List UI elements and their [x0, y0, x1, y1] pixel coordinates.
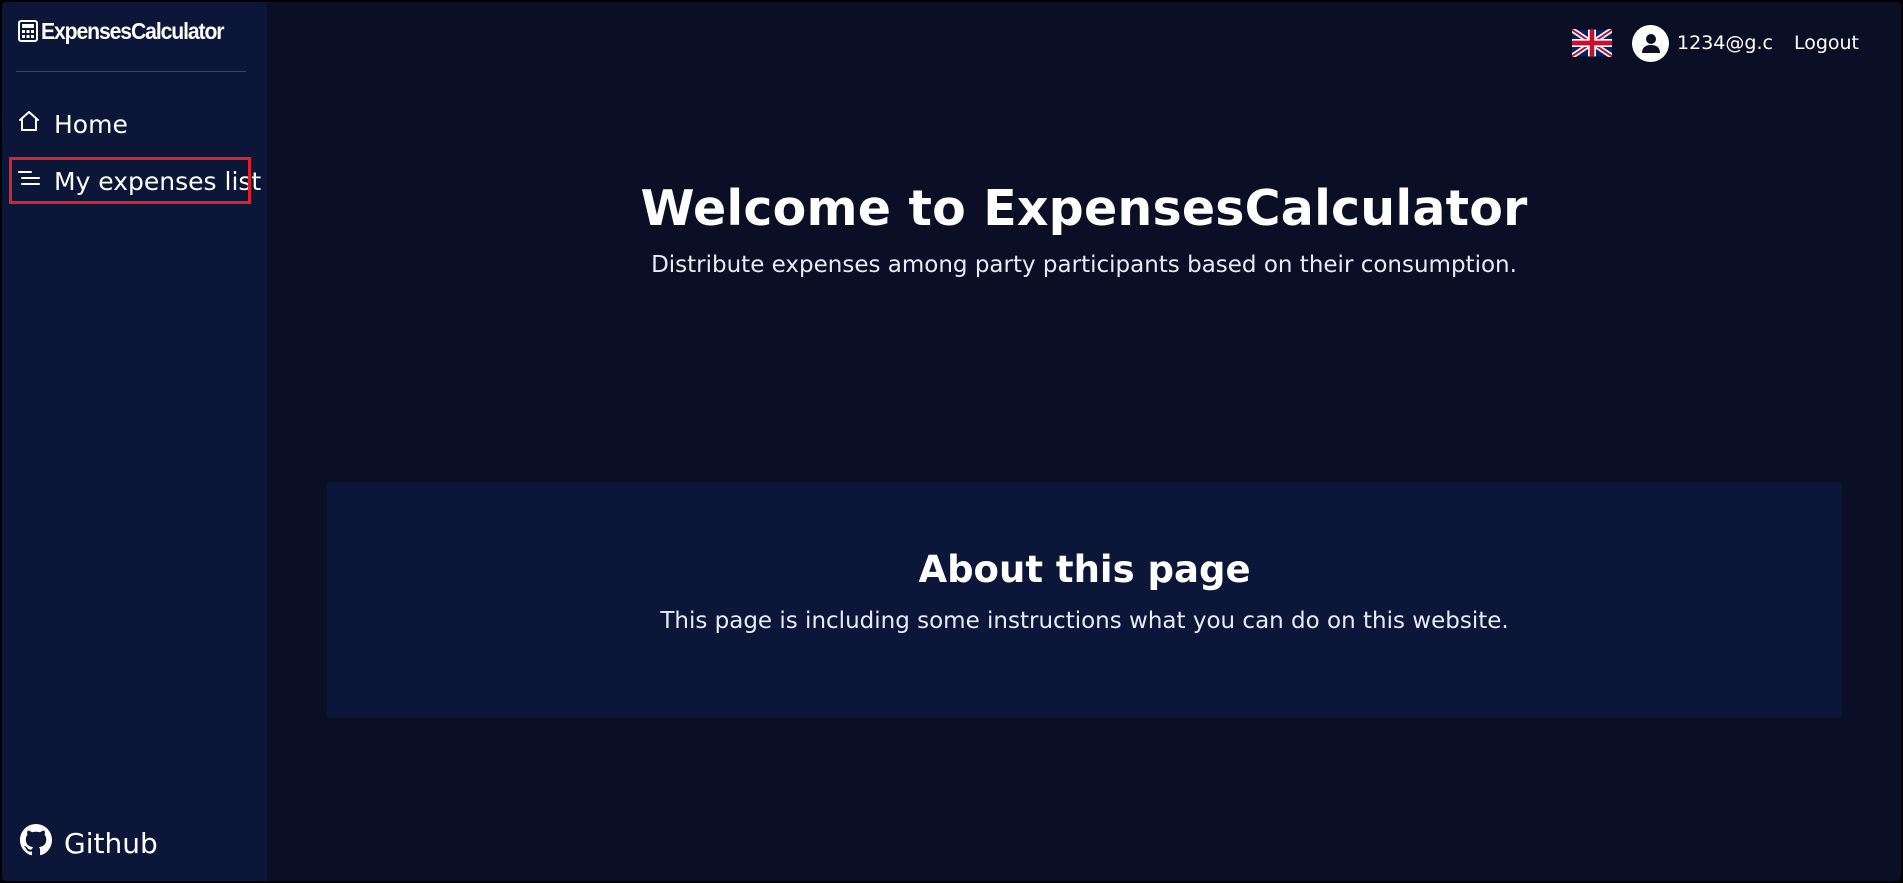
sidebar: ExpensesCalculator Home My expenses list	[2, 2, 267, 881]
about-title: About this page	[918, 548, 1251, 591]
github-link[interactable]: Github	[20, 824, 158, 863]
user-avatar-icon[interactable]	[1632, 24, 1670, 62]
logout-button[interactable]: Logout	[1794, 32, 1859, 54]
github-icon	[20, 824, 52, 863]
header-user-area: 1234@g.c Logout	[1570, 24, 1859, 62]
page-subtitle: Distribute expenses among party particip…	[651, 252, 1517, 278]
brand-logo[interactable]: ExpensesCalculator	[18, 18, 239, 44]
sidebar-item-my-expenses-list[interactable]: My expenses list	[16, 165, 261, 197]
about-text: This page is including some instructions…	[660, 608, 1509, 634]
uk-flag-icon[interactable]	[1570, 27, 1614, 59]
sidebar-item-label: My expenses list	[54, 166, 262, 196]
sidebar-item-home[interactable]: Home	[16, 108, 128, 140]
brand-name: ExpensesCalculator	[41, 17, 225, 44]
about-card: About this page This page is including s…	[327, 482, 1842, 718]
page-title: Welcome to ExpensesCalculator	[640, 180, 1528, 237]
sidebar-item-label: Home	[54, 109, 128, 139]
calculator-icon	[18, 20, 38, 42]
app-window: ExpensesCalculator Home My expenses list	[2, 2, 1901, 881]
github-label: Github	[64, 827, 158, 860]
sidebar-divider	[16, 71, 246, 72]
list-icon	[16, 165, 42, 197]
home-icon	[16, 108, 42, 140]
user-email: 1234@g.c	[1677, 32, 1773, 54]
